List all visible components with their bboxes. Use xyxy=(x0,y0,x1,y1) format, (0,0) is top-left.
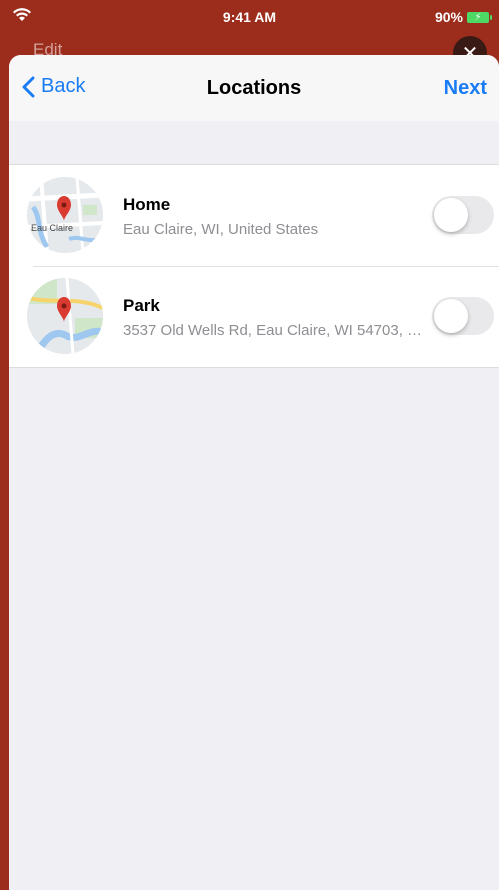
toggle-knob xyxy=(434,198,468,232)
status-time: 9:41 AM xyxy=(222,9,277,25)
location-name: Home xyxy=(123,195,171,214)
battery-percent: 90% xyxy=(434,9,463,25)
location-toggle[interactable] xyxy=(432,297,494,335)
page-title: Locations xyxy=(206,77,302,99)
list-item[interactable]: Eau Claire Home Eau Claire, WI, United S… xyxy=(9,165,499,266)
toggle-knob xyxy=(434,299,468,333)
map-thumbnail xyxy=(27,278,103,354)
battery-icon: ⚡ xyxy=(467,11,492,23)
status-bar: 9:41 AM 90% ⚡ xyxy=(0,0,499,36)
location-address: Eau Claire, WI, United States xyxy=(123,221,319,238)
map-place-label: Eau Claire xyxy=(31,223,74,233)
location-toggle[interactable] xyxy=(432,196,494,234)
navigation-bar: Back Locations Next xyxy=(9,55,499,121)
locations-list: Eau Claire Home Eau Claire, WI, United S… xyxy=(9,164,499,368)
screen: 9:41 AM 90% ⚡ Edit ✕ Back Locations Next xyxy=(0,0,499,890)
location-address: 3537 Old Wells Rd, Eau Claire, WI 54703,… xyxy=(123,322,425,339)
map-thumbnail: Eau Claire xyxy=(27,177,103,253)
location-name: Park xyxy=(123,296,160,315)
status-battery-group: 90% ⚡ xyxy=(434,9,492,25)
next-button[interactable]: Next xyxy=(444,77,487,100)
locations-sheet: Back Locations Next Eau Claire Home Eau … xyxy=(9,55,499,890)
list-item[interactable]: Park 3537 Old Wells Rd, Eau Claire, WI 5… xyxy=(9,266,499,367)
